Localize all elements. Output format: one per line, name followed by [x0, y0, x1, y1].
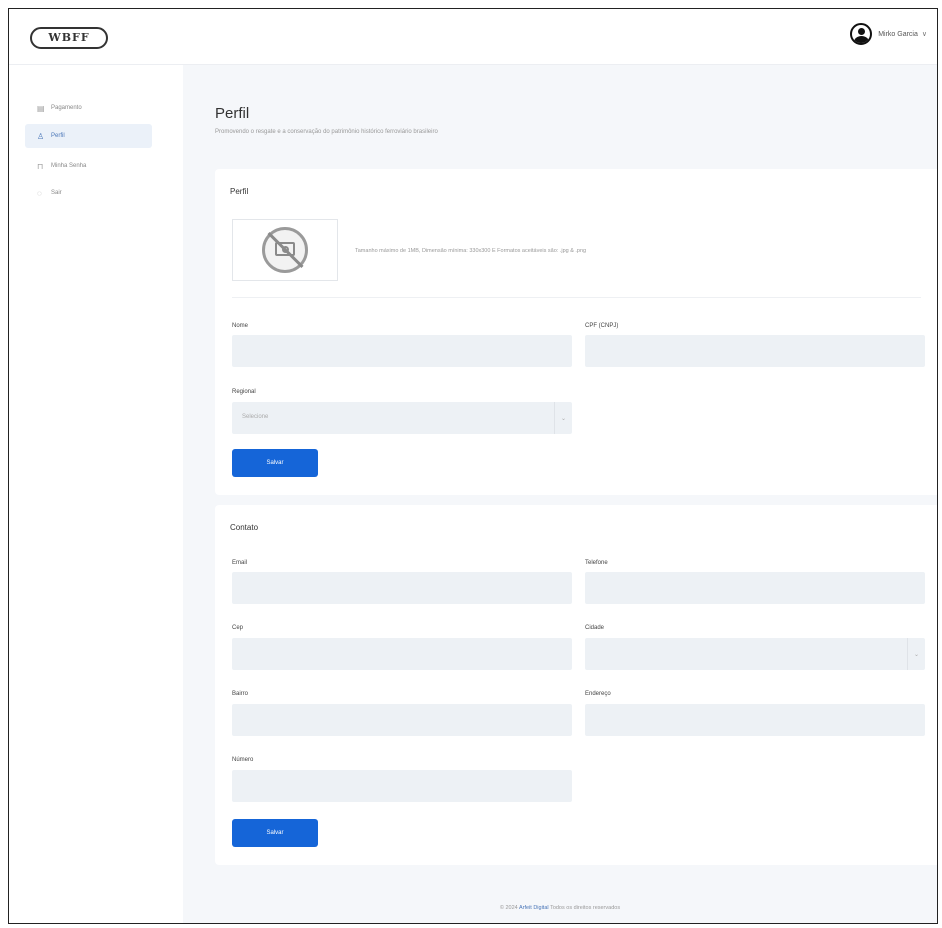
sidebar-item-sair[interactable]: ◌ Sair — [25, 181, 152, 205]
city-select[interactable]: ⌄ — [585, 638, 925, 670]
avatar[interactable] — [850, 23, 873, 45]
divider — [232, 297, 921, 298]
lock-icon: ⊓ — [37, 161, 44, 171]
footer-brand-link[interactable]: Arfeit Digital — [519, 905, 549, 911]
chevron-down-icon: ⌄ — [907, 638, 925, 670]
number-field[interactable] — [232, 770, 572, 802]
footer: © 2024 Arfeit Digital Todos os direitos … — [183, 905, 937, 911]
user-icon: ♙ — [37, 131, 45, 141]
avatar-body — [854, 36, 870, 43]
document-icon: ▤ — [37, 103, 45, 113]
logo[interactable]: WBFF — [30, 27, 108, 49]
user-name[interactable]: Mirko Garcia — [878, 31, 918, 38]
sidebar-item-pagamento[interactable]: ▤ Pagamento — [25, 96, 152, 120]
chevron-down-icon: ⌄ — [554, 402, 572, 434]
user-menu[interactable]: Mirko Garcia ∨ — [850, 23, 927, 45]
top-bar: WBFF Mirko Garcia ∨ — [9, 9, 937, 65]
number-label: Número — [232, 757, 254, 763]
page-subtitle: Promovendo o resgate e a conservação do … — [215, 129, 438, 135]
profile-card: Perfil Tamanho máximo de 1MB, Dimensão m… — [215, 169, 937, 495]
contact-card-title: Contato — [230, 523, 259, 532]
photo-hint: Tamanho máximo de 1MB, Dimensão mínima: … — [355, 248, 587, 254]
name-input[interactable] — [232, 335, 572, 367]
name-label: Nome — [232, 323, 249, 329]
photo-upload[interactable] — [232, 219, 338, 281]
sidebar-item-label: Pagamento — [51, 105, 82, 111]
cep-label: Cep — [232, 625, 244, 631]
save-contact-button[interactable]: Salvar — [232, 819, 318, 847]
regional-label: Regional — [232, 389, 256, 395]
email-field[interactable] — [232, 572, 572, 604]
profile-card-title: Perfil — [230, 187, 249, 196]
no-photo-icon — [262, 227, 308, 273]
sidebar-item-label: Minha Senha — [51, 163, 87, 169]
cpf-input[interactable] — [585, 335, 925, 367]
cep-field[interactable] — [232, 638, 572, 670]
address-field[interactable] — [585, 704, 925, 736]
sidebar: ▤ Pagamento ♙ Perfil ⊓ Minha Senha ◌ Sai… — [9, 65, 183, 923]
sidebar-item-perfil[interactable]: ♙ Perfil — [25, 124, 152, 148]
contact-card: Contato Email Telefone Cep Cidade ⌄ Bair… — [215, 505, 937, 865]
sidebar-item-label: Perfil — [51, 133, 65, 139]
address-label: Endereço — [585, 691, 611, 697]
district-label: Bairro — [232, 691, 249, 697]
regional-selected-value: Selecione — [242, 414, 269, 420]
phone-field[interactable] — [585, 572, 925, 604]
app-window: WBFF Mirko Garcia ∨ ▤ Pagamento ♙ Perfil… — [8, 8, 938, 924]
district-field[interactable] — [232, 704, 572, 736]
save-profile-button[interactable]: Salvar — [232, 449, 318, 477]
chevron-down-icon[interactable]: ∨ — [922, 30, 927, 38]
cpf-label: CPF (CNPJ) — [585, 323, 619, 329]
regional-select[interactable]: Selecione ⌄ — [232, 402, 572, 434]
logout-icon: ◌ — [37, 188, 42, 198]
slash-mark — [267, 231, 304, 269]
sidebar-item-minha-senha[interactable]: ⊓ Minha Senha — [25, 154, 152, 178]
email-label: Email — [232, 560, 248, 566]
sidebar-item-label: Sair — [51, 190, 62, 196]
main-content: Perfil Promovendo o resgate e a conserva… — [183, 65, 937, 923]
page-title: Perfil — [215, 105, 250, 122]
city-label: Cidade — [585, 625, 605, 631]
avatar-head — [858, 28, 866, 35]
footer-rights: Todos os direitos reservados — [550, 905, 621, 911]
footer-copyright: © 2024 — [499, 905, 518, 911]
phone-label: Telefone — [585, 560, 608, 566]
